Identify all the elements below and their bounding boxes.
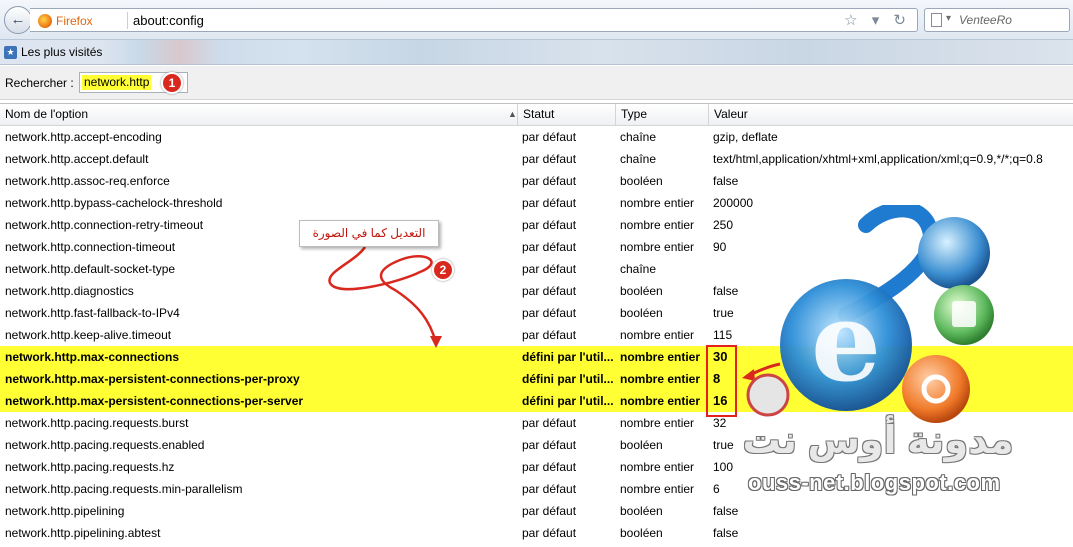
chevron-down-icon[interactable]: ▾ xyxy=(946,13,951,24)
url-text[interactable]: about:config xyxy=(133,13,204,28)
pref-status-cell: par défaut xyxy=(522,152,577,166)
navigation-toolbar: ← Firefox about:config ☆ ▾ ↻ ▾ VenteeRo xyxy=(0,0,1073,40)
pref-type-cell: nombre entier xyxy=(620,482,695,496)
step-2-badge: 2 xyxy=(432,259,454,281)
table-row[interactable]: network.http.pipelining par défaut booléen… xyxy=(0,500,1073,522)
pref-status-cell: par défaut xyxy=(522,174,577,188)
table-row[interactable]: network.http.accept-encoding par défaut ch… xyxy=(0,126,1073,148)
pref-status-cell: par défaut xyxy=(522,526,577,540)
edited-values-highlight xyxy=(706,345,737,417)
pref-name-cell: network.http.pipelining xyxy=(5,504,125,518)
pref-status-cell: par défaut xyxy=(522,284,577,298)
url-separator xyxy=(127,12,128,29)
pref-status-cell: défini par l'util... xyxy=(522,394,614,408)
pref-value-cell: false xyxy=(713,504,739,518)
column-header-value[interactable]: Valeur xyxy=(709,104,1073,126)
blog-watermark-title: مدونة أوس نت xyxy=(742,420,1014,462)
pref-value-cell: text/html,application/xhtml+xml,applicat… xyxy=(713,152,1043,166)
pref-type-cell: booléen xyxy=(620,174,663,188)
pref-type-cell: chaîne xyxy=(620,130,657,144)
pref-status-cell: par défaut xyxy=(522,504,577,518)
identity-label[interactable]: Firefox xyxy=(56,14,93,28)
table-row[interactable]: network.http.pipelining.abtest par défaut… xyxy=(0,522,1073,544)
sort-ascending-icon: ▲ xyxy=(508,109,517,119)
pref-status-cell: par défaut xyxy=(522,328,577,342)
pref-value-cell: false xyxy=(713,174,739,188)
back-button[interactable]: ← xyxy=(4,6,32,34)
pref-value-cell: false xyxy=(713,526,739,540)
search-label: Rechercher : xyxy=(5,76,74,90)
pref-name-cell: network.http.keep-alive.timeout xyxy=(5,328,172,342)
pref-value-cell: gzip, deflate xyxy=(713,130,778,144)
search-engine-icon[interactable] xyxy=(931,13,942,27)
pref-type-cell: booléen xyxy=(620,526,663,540)
pref-name-cell: network.http.accept.default xyxy=(5,152,149,166)
pref-name-cell: network.http.pacing.requests.burst xyxy=(5,416,189,430)
pref-name-cell: network.http.diagnostics xyxy=(5,284,134,298)
pref-status-cell: défini par l'util... xyxy=(522,350,614,364)
pref-name-cell: network.http.assoc-req.enforce xyxy=(5,174,170,188)
pref-status-cell: par défaut xyxy=(522,130,577,144)
search-bar[interactable]: ▾ VenteeRo xyxy=(924,8,1070,32)
pref-type-cell: nombre entier xyxy=(620,394,701,408)
pref-type-cell: chaîne xyxy=(620,152,657,166)
url-bar[interactable]: Firefox about:config ☆ ▾ ↻ xyxy=(30,8,918,32)
pref-type-cell: booléen xyxy=(620,504,663,518)
pref-status-cell: défini par l'util... xyxy=(522,372,614,386)
svg-text:e: e xyxy=(811,277,881,406)
annotation-callout: التعديل كما في الصورة xyxy=(299,220,439,247)
pref-status-cell: par défaut xyxy=(522,482,577,496)
pref-name-cell: network.http.accept-encoding xyxy=(5,130,162,144)
pref-status-cell: par défaut xyxy=(522,306,577,320)
table-row[interactable]: network.http.assoc-req.enforce par défaut… xyxy=(0,170,1073,192)
pref-name-cell: network.http.pacing.requests.min-paralle… xyxy=(5,482,243,496)
pref-name-cell: network.http.pacing.requests.enabled xyxy=(5,438,205,452)
most-visited-icon: ★ xyxy=(4,46,17,59)
pref-name-cell: network.http.max-persistent-connections-… xyxy=(5,372,300,386)
pref-status-cell: par défaut xyxy=(522,218,577,232)
back-arrow-icon: ← xyxy=(10,11,26,28)
pref-name-cell: network.http.pacing.requests.hz xyxy=(5,460,175,474)
pref-status-cell: par défaut xyxy=(522,460,577,474)
bookmarks-toolbar: ★ Les plus visités xyxy=(0,40,1073,65)
pref-type-cell: nombre entier xyxy=(620,218,695,232)
pref-type-cell: nombre entier xyxy=(620,196,695,210)
table-row[interactable]: network.http.accept.default par défaut cha… xyxy=(0,148,1073,170)
pref-name-cell: network.http.fast-fallback-to-IPv4 xyxy=(5,306,180,320)
pref-name-cell: network.http.pipelining.abtest xyxy=(5,526,161,540)
config-search-row: Rechercher : network.http 1 xyxy=(0,66,1073,100)
pref-type-cell: chaîne xyxy=(620,262,657,276)
pref-type-cell: nombre entier xyxy=(620,350,701,364)
pref-type-cell: nombre entier xyxy=(620,416,695,430)
pref-type-cell: booléen xyxy=(620,284,663,298)
pref-name-cell: network.http.max-connections xyxy=(5,350,180,364)
url-bar-actions-icon[interactable]: ☆ ▾ ↻ xyxy=(844,11,911,29)
pref-status-cell: par défaut xyxy=(522,196,577,210)
pref-name-cell: network.http.bypass-cachelock-threshold xyxy=(5,196,223,210)
pref-type-cell: booléen xyxy=(620,306,663,320)
pref-type-cell: nombre entier xyxy=(620,372,701,386)
blog-watermark-url: ouss-net.blogspot.com xyxy=(748,470,1001,495)
column-header-name[interactable]: Nom de l'option xyxy=(0,104,518,126)
pref-name-cell: network.http.max-persistent-connections-… xyxy=(5,394,304,408)
most-visited-bookmark[interactable]: Les plus visités xyxy=(21,45,102,59)
pref-status-cell: par défaut xyxy=(522,240,577,254)
table-header: Nom de l'option ▲ Statut Type Valeur xyxy=(0,104,1073,126)
pref-status-cell: par défaut xyxy=(522,416,577,430)
step-1-badge: 1 xyxy=(161,72,183,94)
pref-type-cell: nombre entier xyxy=(620,460,695,474)
pref-type-cell: nombre entier xyxy=(620,240,695,254)
search-placeholder[interactable]: VenteeRo xyxy=(959,13,1012,27)
config-search-value[interactable]: network.http xyxy=(82,75,152,90)
column-header-status[interactable]: Statut xyxy=(518,104,616,126)
firefox-logo-icon xyxy=(38,14,52,28)
pref-type-cell: nombre entier xyxy=(620,328,695,342)
pref-type-cell: booléen xyxy=(620,438,663,452)
pref-status-cell: par défaut xyxy=(522,262,577,276)
pref-status-cell: par défaut xyxy=(522,438,577,452)
column-header-type[interactable]: Type xyxy=(616,104,709,126)
